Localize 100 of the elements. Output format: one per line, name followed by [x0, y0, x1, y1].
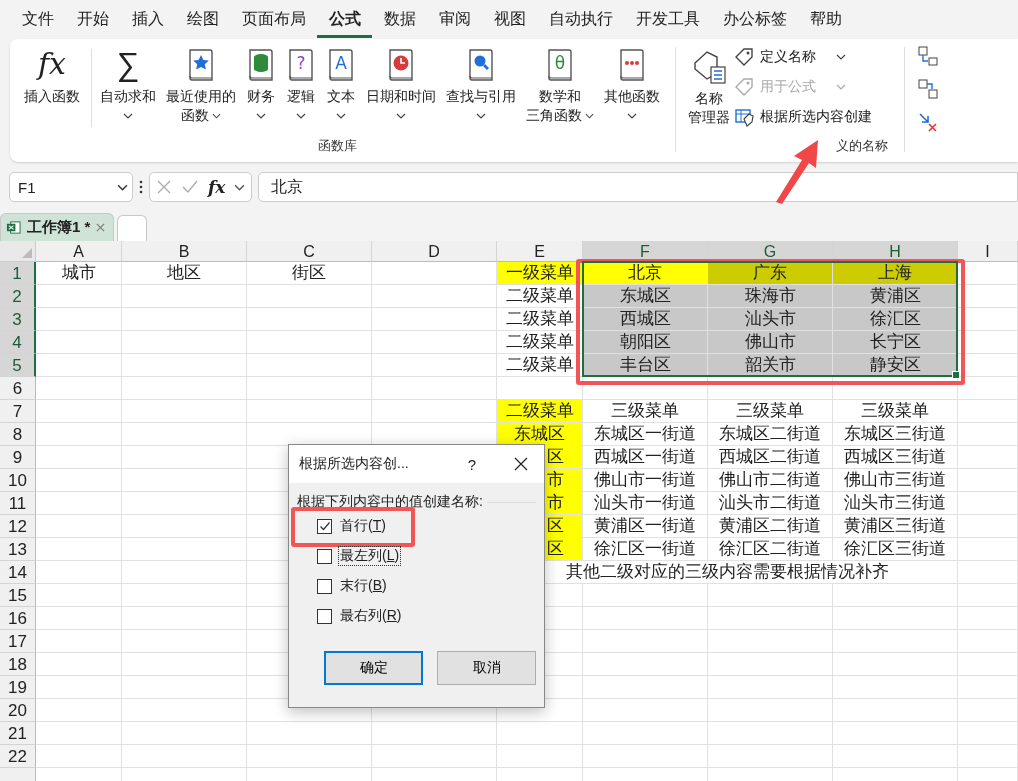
- ribbon-tab[interactable]: 审阅: [427, 0, 482, 38]
- trace-precedents-icon[interactable]: [917, 45, 939, 67]
- help-button[interactable]: ?: [467, 455, 476, 473]
- row-header[interactable]: 22: [0, 745, 36, 768]
- column-header[interactable]: E: [497, 241, 583, 262]
- row-header[interactable]: 15: [0, 584, 36, 607]
- row-header[interactable]: 8: [0, 423, 36, 446]
- ribbon-button[interactable]: 最近使用的 函数: [161, 45, 241, 125]
- group-label: 函数库: [317, 137, 358, 155]
- ribbon-button[interactable]: 定义名称: [734, 45, 894, 69]
- checkbox-label[interactable]: 首行(T): [338, 516, 388, 536]
- sigma-icon: ∑: [116, 45, 140, 83]
- row-header[interactable]: 4: [0, 331, 36, 354]
- table-cell: 丰台区: [583, 354, 708, 377]
- ribbon-button[interactable]: 财务: [241, 45, 281, 119]
- table-cell: 二级菜单: [497, 400, 583, 423]
- row-header[interactable]: 13: [0, 538, 36, 561]
- column-header[interactable]: B: [122, 241, 247, 262]
- clock-book-icon: [386, 47, 416, 83]
- checkbox[interactable]: [317, 608, 332, 624]
- button-label: 最近使用的: [166, 87, 236, 106]
- row-header[interactable]: 14: [0, 561, 36, 584]
- checkbox[interactable]: [317, 518, 332, 534]
- row-header[interactable]: 19: [0, 676, 36, 699]
- dialog-title: 根据所选内容创...: [299, 455, 410, 473]
- row-header[interactable]: 20: [0, 699, 36, 722]
- button-label: 自动求和: [100, 87, 156, 106]
- row-header[interactable]: 6: [0, 377, 36, 400]
- fill-handle[interactable]: [952, 371, 960, 379]
- trace-dependents-icon[interactable]: [917, 78, 939, 100]
- row-header[interactable]: 17: [0, 630, 36, 653]
- ribbon-button[interactable]: 其他函数: [599, 45, 665, 119]
- ribbon-tab[interactable]: 文件: [10, 0, 65, 38]
- ribbon-tab[interactable]: 数据: [372, 0, 427, 38]
- button-label: 插入函数: [24, 87, 80, 106]
- table-cell: 韶关市: [708, 354, 833, 377]
- ribbon-button[interactable]: 查找与引用: [441, 45, 521, 119]
- ribbon-tab[interactable]: 开发工具: [624, 0, 711, 38]
- row-header[interactable]: 16: [0, 607, 36, 630]
- button-label: 其他函数: [604, 87, 660, 106]
- close-icon[interactable]: [514, 457, 528, 471]
- ribbon-button[interactable]: θ 数学和 三角函数: [521, 45, 599, 125]
- checkbox-label[interactable]: 最右列(R): [338, 606, 404, 626]
- dialog-button[interactable]: 取消: [437, 651, 536, 685]
- table-cell: 上海: [833, 262, 958, 285]
- sheet-tab[interactable]: 工作簿1 *: [0, 213, 115, 241]
- button-label: 名称 管理器: [688, 89, 730, 127]
- ribbon-tab[interactable]: 帮助: [798, 0, 853, 38]
- grip-icon[interactable]: [139, 180, 143, 194]
- formula-field[interactable]: 北京: [258, 172, 1018, 202]
- row-header[interactable]: 21: [0, 722, 36, 745]
- ribbon-tab[interactable]: 绘图: [175, 0, 230, 38]
- ribbon-tab[interactable]: 页面布局: [230, 0, 317, 38]
- button-label: 财务: [247, 87, 275, 106]
- table-cell: 珠海市: [708, 285, 833, 308]
- checkbox[interactable]: [317, 578, 332, 594]
- row-header[interactable]: 7: [0, 400, 36, 423]
- name-box[interactable]: F1: [9, 172, 133, 202]
- checkbox-label[interactable]: 最左列(L): [338, 546, 402, 566]
- ribbon-tab[interactable]: 公式: [317, 0, 372, 38]
- table-cell: 长宁区: [833, 331, 958, 354]
- ribbon-button[interactable]: 根据所选内容创建: [734, 105, 894, 129]
- column-header[interactable]: A: [36, 241, 122, 262]
- ribbon-tab[interactable]: 开始: [65, 0, 120, 38]
- dialog-button[interactable]: 确定: [324, 651, 423, 685]
- row-header[interactable]: 18: [0, 653, 36, 676]
- dots-book-icon: [617, 47, 647, 83]
- checkbox-label[interactable]: 末行(B): [338, 576, 389, 596]
- column-header[interactable]: D: [372, 241, 497, 262]
- ribbon-button[interactable]: A 文本: [321, 45, 361, 119]
- table-cell: 徐汇区: [833, 308, 958, 331]
- row-header[interactable]: 9: [0, 446, 36, 469]
- ribbon-tab[interactable]: 办公标签: [711, 0, 798, 38]
- column-header[interactable]: C: [247, 241, 372, 262]
- ribbon-button[interactable]: fx 插入函数: [10, 45, 88, 106]
- ribbon-button[interactable]: ? 逻辑: [281, 45, 321, 119]
- button-label: 文本: [327, 87, 355, 106]
- row-header[interactable]: 11: [0, 492, 36, 515]
- row-header[interactable]: 12: [0, 515, 36, 538]
- ribbon-tab[interactable]: 视图: [482, 0, 537, 38]
- row-header[interactable]: 1: [0, 262, 36, 285]
- spreadsheet-icon: [6, 220, 21, 235]
- row-header[interactable]: 2: [0, 285, 36, 308]
- remove-arrows-icon[interactable]: [917, 111, 939, 133]
- column-header[interactable]: I: [958, 241, 1018, 262]
- row-header[interactable]: 5: [0, 354, 36, 377]
- button-label: 查找与引用: [446, 87, 516, 106]
- check-icon[interactable]: [181, 179, 199, 195]
- checkmark-icon: [318, 520, 331, 532]
- row-header[interactable]: 10: [0, 469, 36, 492]
- button-label: 日期和时间: [366, 87, 436, 106]
- checkbox[interactable]: [317, 548, 332, 564]
- ribbon-button[interactable]: ∑ 自动求和: [95, 45, 161, 119]
- ribbon-button[interactable]: 日期和时间: [361, 45, 441, 119]
- insert-function-button[interactable]: fx: [208, 177, 226, 197]
- ribbon-tab[interactable]: 插入: [120, 0, 175, 38]
- ribbon-tab[interactable]: 自动执行: [537, 0, 624, 38]
- function-icon: fx: [38, 45, 66, 83]
- name-manager-button[interactable]: 名称 管理器: [686, 45, 734, 127]
- row-header[interactable]: 3: [0, 308, 36, 331]
